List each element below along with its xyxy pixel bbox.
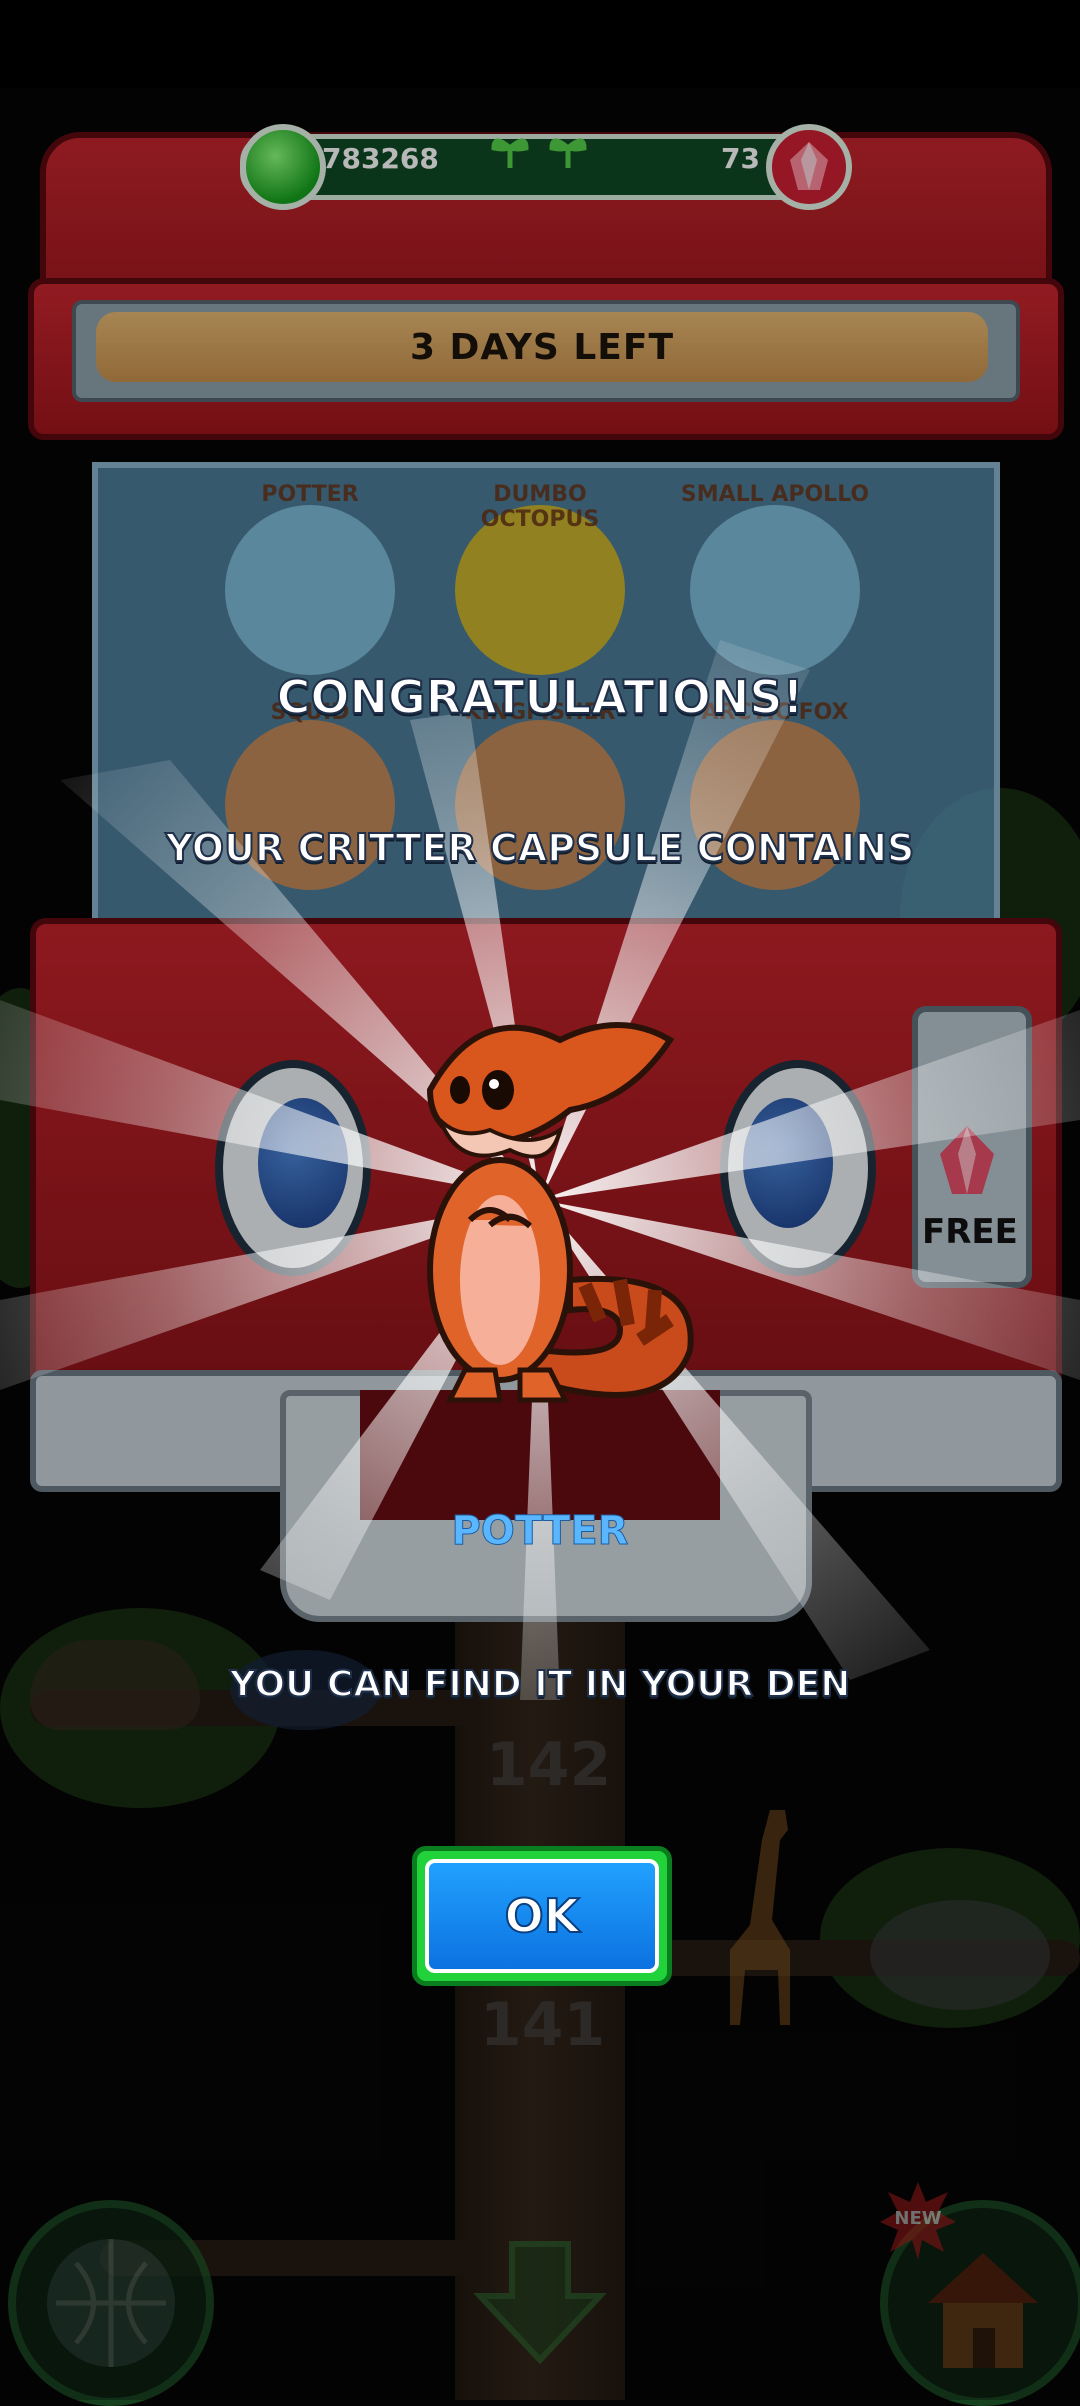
ok-button-face[interactable]: OK [425, 1859, 659, 1973]
status-bar [0, 0, 1080, 88]
ok-button[interactable]: OK [412, 1846, 672, 1986]
critter-name: POTTER [451, 1508, 629, 1555]
capsule-contains-subtitle: YOUR CRITTER CAPSULE CONTAINS [165, 825, 916, 871]
den-message: YOU CAN FIND IT IN YOUR DEN [229, 1663, 852, 1706]
congratulations-title: CONGRATULATIONS! [276, 669, 805, 725]
potter-critter-image [370, 980, 710, 1420]
ok-button-label: OK [504, 1888, 581, 1944]
